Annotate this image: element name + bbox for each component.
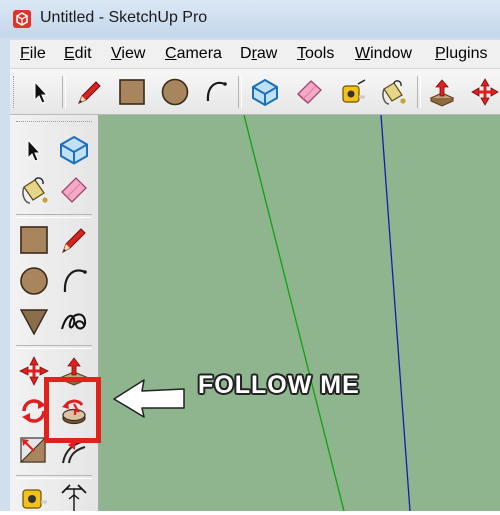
menu-draw-label: aw — [256, 45, 278, 62]
menu-file-label: ile — [29, 45, 46, 62]
menu-plugins[interactable]: Plugins — [435, 45, 487, 63]
arc-icon[interactable] — [56, 263, 92, 299]
toolbar-separator — [62, 76, 66, 108]
freehand-icon[interactable] — [56, 303, 92, 339]
menu-camera-mnemonic: C — [165, 45, 177, 62]
toolbar-separator — [417, 76, 421, 108]
toolbar-separator — [16, 345, 92, 349]
menu-tools-label: ools — [305, 45, 335, 62]
menu-plugins-mnemonic: P — [435, 45, 446, 62]
follow-me-callout-label: FOLLOW ME — [198, 371, 360, 399]
top-toolbar — [10, 69, 500, 115]
menu-view[interactable]: View — [111, 45, 145, 63]
make-component-icon[interactable] — [248, 75, 282, 109]
move-icon[interactable] — [468, 75, 500, 109]
toolbar-separator — [16, 214, 92, 218]
select-icon[interactable] — [24, 75, 58, 109]
menu-bar: File Edit View Camera Draw Tools Window … — [10, 40, 500, 69]
menu-tools[interactable]: Tools — [297, 45, 334, 63]
window-frame: Untitled - SketchUp Pro File Edit View C… — [0, 0, 500, 511]
toolbar-separator — [238, 76, 242, 108]
green-axis-line — [243, 115, 345, 511]
paint-bucket-icon[interactable] — [376, 75, 410, 109]
menu-edit[interactable]: Edit — [64, 45, 92, 63]
window-title: Untitled - SketchUp Pro — [40, 9, 208, 26]
menu-edit-mnemonic: E — [64, 45, 75, 62]
left-toolbar — [10, 115, 99, 511]
menu-window-mnemonic: W — [355, 45, 371, 62]
menu-window-label: indow — [370, 45, 412, 62]
follow-me-highlight-box — [44, 377, 101, 443]
rectangle-icon[interactable] — [115, 75, 149, 109]
circle-icon[interactable] — [158, 75, 192, 109]
menu-view-mnemonic: V — [111, 45, 122, 62]
tape-measure-icon[interactable] — [336, 75, 370, 109]
pencil-line-icon[interactable] — [56, 222, 92, 258]
paint-bucket-icon[interactable] — [16, 172, 52, 208]
menu-file[interactable]: File — [20, 45, 46, 63]
menu-plugins-label: lugins — [445, 45, 488, 62]
title-bar[interactable]: Untitled - SketchUp Pro — [0, 0, 500, 38]
menu-camera[interactable]: Camera — [165, 45, 222, 63]
menu-view-label: iew — [121, 45, 146, 62]
drawing-canvas[interactable] — [99, 115, 500, 511]
push-pull-icon[interactable] — [425, 75, 459, 109]
select-icon[interactable] — [16, 132, 52, 168]
sketchup-logo-icon — [12, 9, 32, 29]
menu-edit-label: dit — [74, 45, 92, 62]
toolbar-grip[interactable] — [13, 76, 17, 108]
tape-measure-icon[interactable] — [16, 479, 52, 515]
menu-window[interactable]: Window — [355, 45, 412, 63]
toolbar-grip[interactable] — [16, 121, 92, 125]
make-component-icon[interactable] — [56, 132, 92, 168]
menu-draw-prefix: D — [240, 45, 252, 62]
menu-file-mnemonic: F — [20, 45, 30, 62]
polygon-icon[interactable] — [16, 303, 52, 339]
eraser-icon[interactable] — [292, 75, 326, 109]
circle-icon[interactable] — [16, 263, 52, 299]
menu-camera-label: amera — [176, 45, 222, 62]
eraser-icon[interactable] — [56, 172, 92, 208]
callout-arrow-icon — [113, 379, 185, 418]
blue-axis-line — [380, 115, 411, 511]
rectangle-icon[interactable] — [16, 222, 52, 258]
pencil-line-icon[interactable] — [72, 75, 106, 109]
axes — [243, 115, 411, 511]
menu-draw[interactable]: Draw — [240, 45, 277, 63]
arc-icon[interactable] — [199, 75, 233, 109]
menu-tools-mnemonic: T — [297, 45, 305, 62]
dimension-icon[interactable] — [56, 479, 92, 515]
